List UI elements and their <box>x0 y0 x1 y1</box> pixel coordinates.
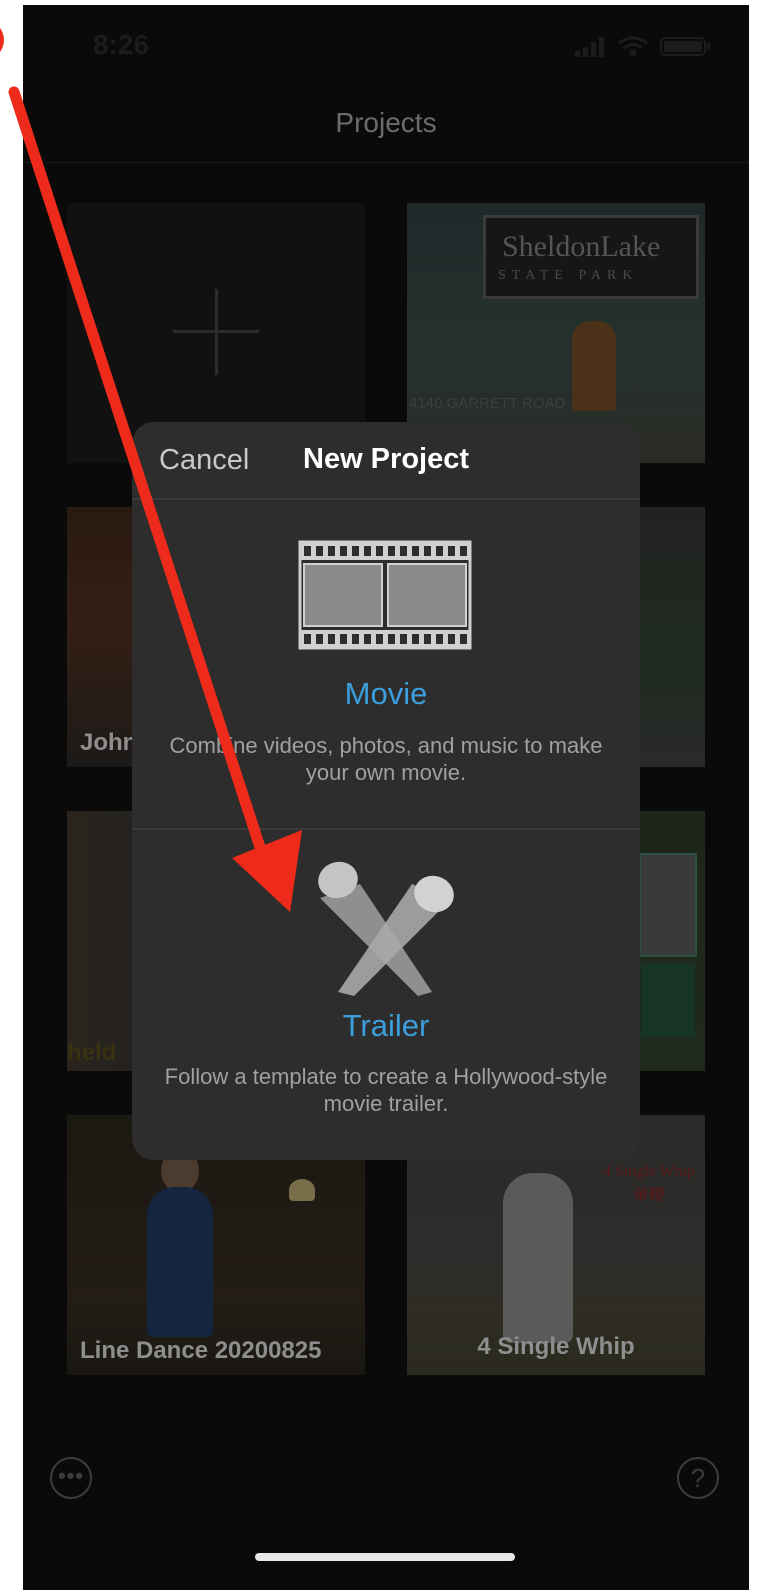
movie-option[interactable]: Movie Combine videos, photos, and music … <box>132 500 640 828</box>
battery-icon <box>660 37 710 56</box>
nav-divider <box>23 162 749 163</box>
sprocket-hole <box>316 634 323 644</box>
thumbnail-caption: 4 Single Whip 单鞭 <box>603 1163 695 1205</box>
nature-area-sign-image <box>641 963 695 1037</box>
sprocket-hole <box>328 546 335 556</box>
sprocket-hole <box>364 546 371 556</box>
thumbnail-caption-cn: 单鞭 <box>632 1187 665 1204</box>
sprocket-hole <box>340 634 347 644</box>
person-body-image <box>147 1187 213 1337</box>
sprocket-hole <box>424 546 431 556</box>
thumbnail-text: held <box>67 1039 117 1066</box>
sprocket-hole <box>400 546 407 556</box>
sprocket-hole <box>388 546 395 556</box>
road-sign-text: 4140 GARRETT ROAD <box>409 395 566 412</box>
page-title: Projects <box>335 107 437 138</box>
sprocket-hole <box>448 546 455 556</box>
sprocket-hole <box>436 546 443 556</box>
home-indicator[interactable] <box>255 1553 515 1561</box>
sprocket-hole <box>352 634 359 644</box>
sprocket-hole <box>412 546 419 556</box>
project-label: John <box>80 729 138 756</box>
warning-sign-image <box>639 853 697 957</box>
spotlights-icon <box>318 861 454 996</box>
park-sign-image: SheldonLake STATE PARK <box>483 215 699 299</box>
cancel-button[interactable]: Cancel <box>159 444 249 477</box>
sprocket-hole <box>448 634 455 644</box>
sheet-header: New Project Cancel <box>132 422 640 498</box>
sprocket-hole <box>460 546 467 556</box>
project-label: Line Dance 20200825 <box>80 1337 322 1364</box>
sprocket-hole <box>304 634 311 644</box>
sprocket-hole <box>424 634 431 644</box>
sprocket-hole <box>388 634 395 644</box>
sprocket-hole <box>460 634 467 644</box>
sprocket-hole <box>304 546 311 556</box>
person-image <box>503 1173 573 1343</box>
sprocket-hole <box>364 634 371 644</box>
option-description: Combine videos, photos, and music to mak… <box>169 733 603 785</box>
film-strip-icon <box>298 540 472 650</box>
option-title: Movie <box>344 676 428 711</box>
sprocket-hole <box>340 546 347 556</box>
sprocket-hole <box>400 634 407 644</box>
option-title: Trailer <box>342 1008 430 1043</box>
thumbnail-caption-en: 4 Single Whip <box>602 1163 695 1180</box>
status-icons <box>575 36 710 57</box>
option-description: Follow a template to create a Hollywood-… <box>164 1064 608 1116</box>
new-project-sheet: New Project Cancel Movie Combine videos,… <box>132 422 640 1160</box>
annotation-marker <box>0 20 4 60</box>
sprocket-hole <box>316 546 323 556</box>
project-label: 4 Single Whip <box>477 1333 635 1360</box>
sign-name: SheldonLake <box>502 230 661 263</box>
more-options-button[interactable]: ••• <box>50 1457 92 1499</box>
signal-icon <box>575 37 604 57</box>
sprocket-hole <box>352 546 359 556</box>
lamp-image <box>289 1179 315 1201</box>
status-time: 8:26 <box>93 29 150 60</box>
plus-icon-stem <box>215 289 218 375</box>
person-image <box>572 321 616 411</box>
trailer-option[interactable]: Trailer Follow a template to create a Ho… <box>132 830 640 1160</box>
sprocket-hole <box>436 634 443 644</box>
sprocket-hole <box>376 546 383 556</box>
help-button[interactable]: ? <box>677 1457 719 1499</box>
sprocket-hole <box>412 634 419 644</box>
sprocket-hole <box>328 634 335 644</box>
sign-sub: STATE PARK <box>498 268 639 283</box>
wifi-icon <box>618 36 648 57</box>
sprocket-hole <box>376 634 383 644</box>
